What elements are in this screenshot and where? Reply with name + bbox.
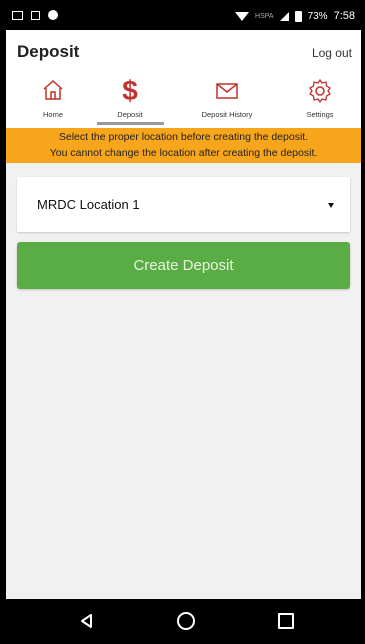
sim-icon	[31, 10, 40, 20]
app-bar: Deposit Log out	[6, 30, 361, 70]
tab-deposit-history[interactable]: Deposit History	[183, 70, 271, 128]
tab-deposit-label: Deposit	[117, 110, 143, 119]
tab-settings-label: Settings	[306, 110, 334, 119]
svg-text:$: $	[122, 75, 138, 104]
tab-home[interactable]: Home	[9, 70, 97, 128]
active-tab-indicator	[97, 122, 164, 125]
envelope-icon	[215, 82, 239, 105]
tab-bar: Home $ Deposit Deposit History Settings	[6, 70, 361, 128]
screenshot-icon	[12, 10, 23, 20]
signal-icon	[279, 11, 289, 21]
recent-apps-icon[interactable]	[278, 613, 294, 629]
battery-percent: 73%	[307, 10, 328, 22]
tab-home-label: Home	[42, 110, 63, 119]
battery-icon	[294, 10, 302, 22]
back-icon[interactable]	[79, 613, 93, 634]
warning-banner: Select the proper location before creati…	[6, 128, 361, 163]
tab-deposit[interactable]: $ Deposit	[86, 70, 174, 128]
network-type: HSPA	[255, 12, 274, 20]
dollar-icon: $	[118, 74, 142, 109]
home-icon	[41, 78, 65, 107]
wifi-icon	[235, 11, 250, 21]
banner-line-2: You cannot change the location after cre…	[49, 147, 318, 159]
status-bar: HSPA 73% 7:58	[6, 4, 361, 30]
system-nav-bar	[6, 599, 361, 644]
dropdown-arrow-icon	[328, 203, 334, 208]
phone-screen: HSPA 73% 7:58 Deposit Log out Home $ Dep…	[6, 4, 361, 644]
tab-settings[interactable]: Settings	[276, 70, 361, 128]
logout-button[interactable]: Log out	[312, 46, 352, 60]
home-nav-icon[interactable]	[177, 612, 195, 630]
clock: 7:58	[333, 10, 355, 22]
location-select[interactable]: MRDC Location 1	[17, 177, 350, 232]
create-deposit-button[interactable]: Create Deposit	[17, 242, 350, 289]
banner-line-1: Select the proper location before creati…	[58, 131, 309, 143]
page-title: Deposit	[17, 42, 80, 61]
app-notification-icon	[48, 10, 58, 20]
gear-icon	[307, 78, 333, 109]
tab-deposit-history-label: Deposit History	[201, 110, 253, 119]
location-select-value: MRDC Location 1	[37, 197, 140, 212]
